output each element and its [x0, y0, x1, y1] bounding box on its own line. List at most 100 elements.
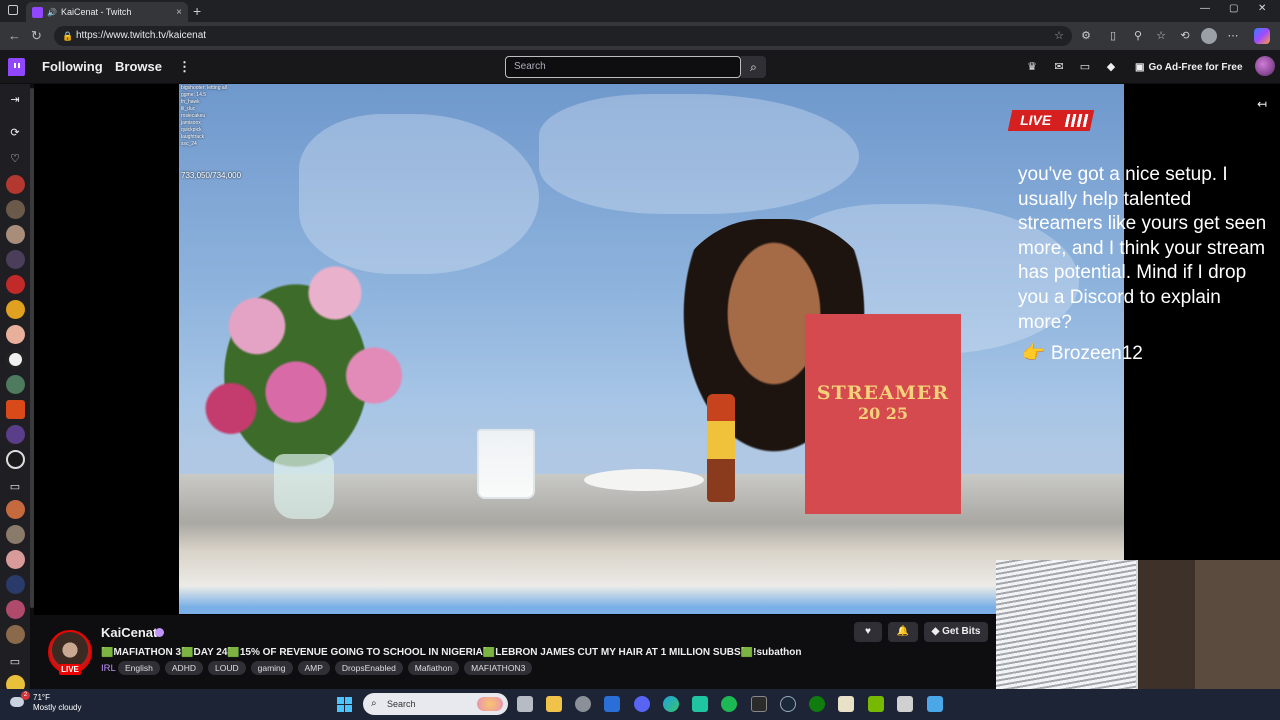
speaker-icon[interactable]: 🔊	[47, 8, 57, 17]
sub-goal-counter: 733,050/734,000	[181, 171, 242, 180]
channel-avatar[interactable]	[6, 350, 25, 369]
whispers-icon[interactable]: ▭	[1078, 60, 1092, 74]
mini-chat-line: fn_hawk	[181, 99, 200, 105]
app-icon[interactable]	[927, 696, 943, 712]
settings-icon[interactable]	[575, 696, 591, 712]
steam-icon[interactable]	[780, 696, 796, 712]
edge-icon[interactable]	[663, 696, 679, 712]
channel-avatar[interactable]	[6, 250, 25, 269]
refresh-icon[interactable]: ↻	[31, 28, 42, 44]
tag-chip[interactable]: gaming	[250, 661, 293, 675]
copilot-icon[interactable]	[1254, 28, 1270, 44]
channel-avatar[interactable]	[6, 325, 25, 344]
overlay-username: 👉 Brozeen12	[1022, 343, 1143, 364]
user-avatar[interactable]	[1255, 56, 1275, 76]
more-menu-icon[interactable]: ⋯	[1226, 29, 1240, 43]
mini-chat-line: ggme: 14.5	[181, 92, 207, 98]
collapse-chat-icon[interactable]: ↤	[1257, 97, 1267, 111]
back-icon[interactable]: ←	[8, 28, 21, 43]
task-view-icon[interactable]	[517, 696, 533, 712]
get-bits-label: Get Bits	[942, 626, 981, 637]
epic-games-icon[interactable]	[751, 696, 767, 712]
search-input[interactable]: Search	[505, 56, 741, 78]
mini-chat-line: jamisonx	[181, 120, 201, 126]
taskbar-search[interactable]: ⌕ Search	[363, 693, 508, 715]
close-tab-icon[interactable]: ×	[176, 7, 182, 18]
channel-avatar[interactable]	[6, 300, 25, 319]
streamer-name[interactable]: KaiCenat	[101, 625, 157, 640]
nvidia-icon[interactable]	[868, 696, 884, 712]
bits-icon[interactable]: ◆	[1104, 60, 1118, 74]
channel-avatar[interactable]	[6, 450, 25, 469]
browser-tab-twitch[interactable]: 🔊 KaiCenat - Twitch ×	[26, 2, 188, 22]
maximize-button[interactable]: ▢	[1229, 3, 1238, 14]
channel-avatar[interactable]	[6, 525, 25, 544]
discord-icon[interactable]	[634, 696, 650, 712]
channel-avatar[interactable]	[6, 500, 25, 519]
twitch-logo-icon[interactable]	[8, 58, 25, 76]
split-screen-icon[interactable]: ▯	[1106, 29, 1120, 43]
tag-chip[interactable]: MAFIATHON3	[464, 661, 533, 675]
address-bar[interactable]: 🔒 https://www.twitch.tv/kaicenat ☆	[54, 26, 1072, 46]
followed-channels-rail: ⇥ ⟳ ♡ ▭ ▭	[0, 84, 30, 694]
channel-avatar[interactable]	[6, 550, 25, 569]
twitch-favicon-icon	[32, 6, 43, 18]
extensions-icon[interactable]: ⚙	[1079, 29, 1093, 43]
file-explorer-icon[interactable]	[546, 696, 562, 712]
tag-chip[interactable]: AMP	[297, 661, 330, 675]
nav-browse[interactable]: Browse	[115, 59, 162, 74]
stream-video[interactable]: STREAMER 20 25	[179, 84, 1124, 614]
tag-chip[interactable]: DropsEnabled	[334, 661, 403, 675]
tracking-icon[interactable]: ⚲	[1131, 29, 1145, 43]
new-tab-button[interactable]: +	[193, 3, 201, 19]
favorite-star-icon[interactable]: ☆	[1054, 26, 1064, 46]
streamer-book: STREAMER 20 25	[805, 314, 961, 514]
inbox-icon[interactable]: ✉	[1052, 60, 1066, 74]
close-window-button[interactable]: ✕	[1258, 3, 1266, 14]
app-icon[interactable]	[692, 696, 708, 712]
windows-taskbar: 2 71°F Mostly cloudy ⌕ Search	[0, 689, 1280, 720]
vase	[274, 454, 334, 519]
store-icon[interactable]	[604, 696, 620, 712]
nav-following[interactable]: Following	[42, 59, 103, 74]
follow-button[interactable]: ♥	[854, 622, 882, 642]
spotify-icon[interactable]	[721, 696, 737, 712]
tag-chip[interactable]: LOUD	[207, 661, 246, 675]
tag-chip[interactable]: English	[118, 661, 160, 675]
tag-chip[interactable]: ADHD	[164, 661, 203, 675]
more-options-icon[interactable]: ⋮	[178, 59, 191, 75]
notepad-icon[interactable]	[838, 696, 854, 712]
expand-sidebar-icon[interactable]: ⇥	[8, 93, 22, 107]
profile-avatar[interactable]	[1201, 28, 1217, 44]
channel-avatar[interactable]	[6, 625, 25, 644]
channel-avatar[interactable]	[6, 200, 25, 219]
channel-avatar[interactable]	[6, 275, 25, 294]
channel-avatar[interactable]	[6, 175, 25, 194]
channel-avatar[interactable]	[6, 575, 25, 594]
heart-icon: ♥	[865, 626, 871, 637]
history-icon[interactable]: ⟲	[1178, 29, 1192, 43]
tag-chip[interactable]: Mafiathon	[407, 661, 460, 675]
xbox-icon[interactable]	[809, 696, 825, 712]
favorites-icon[interactable]: ☆	[1154, 29, 1168, 43]
twitch-topnav: Following Browse ⋮ Search ⌕ ♛ ✉ ▭ ◆ ▣ Go…	[0, 50, 1280, 84]
hot-sauce-bottle	[707, 394, 735, 502]
channel-avatar[interactable]	[6, 400, 25, 419]
browser-titlebar: 🔊 KaiCenat - Twitch × + — ▢ ✕	[0, 0, 1280, 22]
channel-avatar[interactable]	[6, 375, 25, 394]
get-bits-button[interactable]: ◆ Get Bits	[924, 622, 988, 642]
channel-avatar[interactable]	[6, 225, 25, 244]
site-info-icon[interactable]: 🔒	[62, 26, 73, 46]
minimize-button[interactable]: —	[1200, 3, 1210, 14]
search-icon: ⌕	[750, 60, 757, 74]
channel-avatar[interactable]	[6, 600, 25, 619]
crown-prime-icon[interactable]: ♛	[1025, 60, 1039, 74]
tab-actions-icon[interactable]	[8, 5, 18, 15]
stream-category[interactable]: IRL	[101, 663, 116, 674]
windows-start-icon[interactable]	[337, 697, 352, 712]
search-button[interactable]: ⌕	[741, 56, 766, 78]
channel-avatar[interactable]	[6, 425, 25, 444]
obs-icon[interactable]	[897, 696, 913, 712]
notifications-button[interactable]: 🔔	[888, 622, 918, 642]
go-ad-free-button[interactable]: ▣ Go Ad-Free for Free	[1129, 57, 1249, 77]
